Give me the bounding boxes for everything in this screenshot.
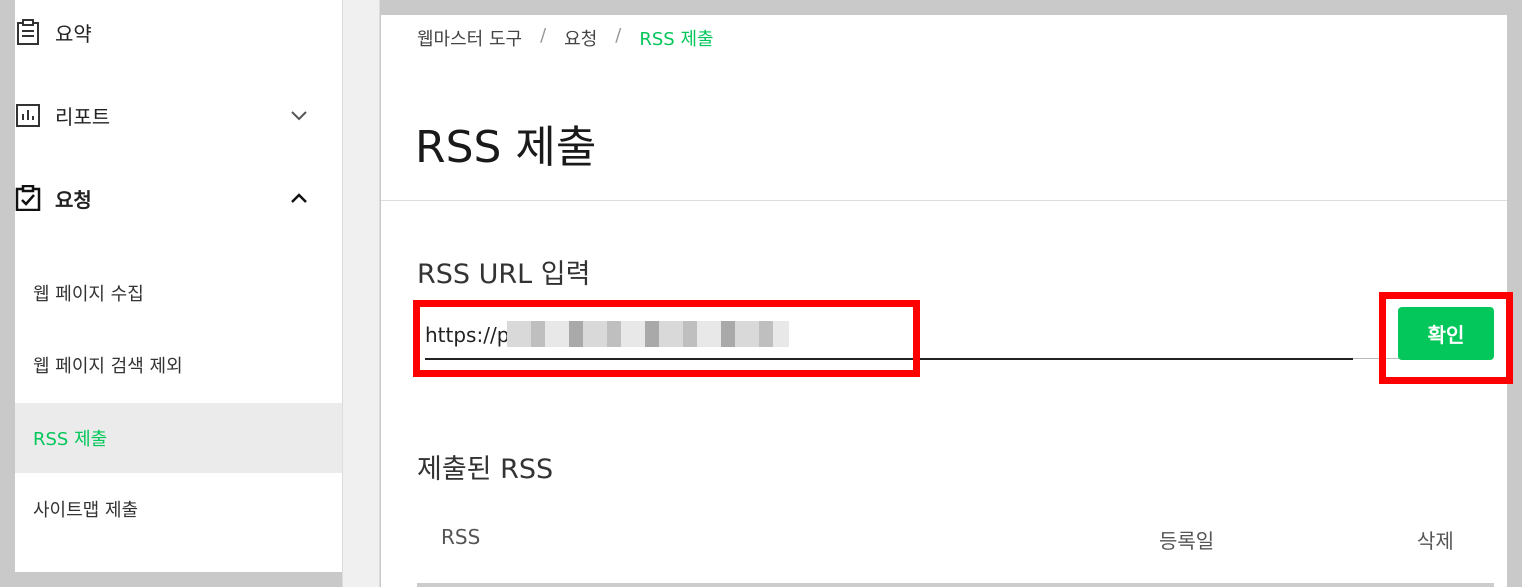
- column-header-rss: RSS: [441, 525, 481, 549]
- redacted-blur: [507, 321, 789, 347]
- nav-report[interactable]: 리포트: [15, 95, 343, 135]
- page-title: RSS 제출: [415, 122, 597, 173]
- input-underline-end: [1353, 358, 1401, 359]
- breadcrumb-current: RSS 제출: [639, 29, 714, 50]
- clipboard-check-icon: [15, 185, 41, 211]
- breadcrumb-item[interactable]: 요청: [564, 25, 597, 51]
- input-underline: [425, 358, 1353, 360]
- breadcrumb-separator: /: [615, 25, 622, 46]
- submitted-rss-label: 제출된 RSS: [417, 454, 554, 485]
- sidebar: 요약 리포트 요청 웹 페이지 수집 웹 페이지 검색 제외 RSS 제출 사이…: [15, 0, 343, 572]
- sidebar-divider: [342, 0, 380, 587]
- chevron-down-icon[interactable]: [290, 106, 308, 124]
- breadcrumb-item[interactable]: 웹마스터 도구: [417, 25, 522, 51]
- main-content: 웹마스터 도구 / 요청 / RSS 제출 RSS 제출 RSS URL 입력 …: [381, 15, 1507, 587]
- breadcrumb: 웹마스터 도구 / 요청 / RSS 제출: [417, 25, 714, 51]
- sidebar-item-page-crawl[interactable]: 웹 페이지 수집: [15, 258, 343, 328]
- nav-summary-label: 요약: [55, 21, 92, 46]
- clipboard-icon: [17, 19, 39, 45]
- sidebar-item-label: 웹 페이지 검색 제외: [33, 356, 183, 377]
- breadcrumb-separator: /: [540, 25, 547, 46]
- rss-url-field: [421, 313, 1401, 361]
- sidebar-item-label: 사이트맵 제출: [33, 500, 139, 521]
- nav-report-label: 리포트: [55, 104, 111, 129]
- table-header: RSS 등록일 삭제: [417, 525, 1477, 565]
- column-header-delete: 삭제: [1417, 529, 1454, 553]
- sidebar-item-page-exclude[interactable]: 웹 페이지 검색 제외: [15, 330, 343, 400]
- table-border: [417, 583, 1494, 587]
- chevron-up-icon[interactable]: [290, 189, 308, 207]
- sidebar-item-label: RSS 제출: [33, 429, 108, 450]
- nav-request-label: 요청: [55, 187, 92, 212]
- sidebar-item-sitemap-submit[interactable]: 사이트맵 제출: [15, 474, 343, 544]
- divider: [381, 200, 1507, 201]
- sidebar-item-rss-submit[interactable]: RSS 제출: [15, 403, 343, 473]
- nav-summary[interactable]: 요약: [15, 12, 343, 52]
- column-header-date: 등록일: [1159, 529, 1215, 553]
- bar-chart-icon: [16, 104, 40, 127]
- nav-request[interactable]: 요청: [15, 178, 343, 218]
- rss-url-label: RSS URL 입력: [417, 259, 591, 290]
- confirm-button[interactable]: 확인: [1398, 307, 1494, 360]
- sidebar-item-label: 웹 페이지 수집: [33, 284, 144, 305]
